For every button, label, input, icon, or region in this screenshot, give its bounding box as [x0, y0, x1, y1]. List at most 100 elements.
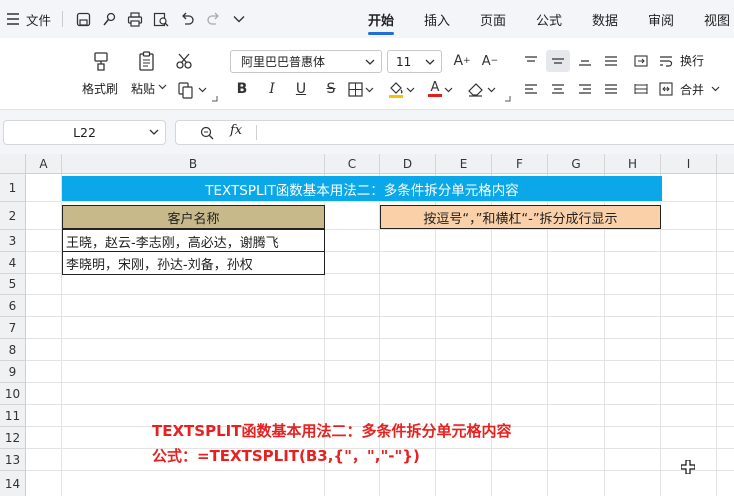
undo-icon[interactable]	[178, 10, 196, 28]
file-menu[interactable]: 文件	[26, 0, 51, 38]
row-header-3[interactable]: 3	[0, 230, 26, 252]
copy-dropdown-icon[interactable]	[197, 85, 207, 95]
tab-home[interactable]: 开始	[368, 0, 395, 38]
align-bottom-icon[interactable]	[574, 50, 596, 72]
column-header-i[interactable]: I	[661, 154, 717, 174]
row-header-1[interactable]: 1	[0, 174, 26, 202]
redo-icon[interactable]	[204, 10, 222, 28]
cut-icon[interactable]	[174, 51, 194, 71]
borders-dropdown-icon[interactable]	[364, 85, 374, 95]
tab-data[interactable]: 数据	[592, 0, 618, 38]
column-header-f[interactable]: F	[492, 154, 548, 174]
font-size-select[interactable]: 11	[387, 50, 442, 73]
row-header-13[interactable]: 13	[0, 449, 26, 471]
underline-icon[interactable]: U	[292, 79, 310, 99]
tab-view[interactable]: 视图	[704, 0, 730, 38]
row-header-5[interactable]: 5	[0, 274, 26, 295]
borders-icon[interactable]	[346, 80, 364, 98]
hamburger-menu-icon[interactable]	[4, 10, 22, 28]
justify-icon[interactable]	[600, 78, 622, 100]
fill-color-dropdown-icon[interactable]	[405, 85, 415, 95]
print-icon[interactable]	[126, 10, 144, 28]
clear-dropdown-icon[interactable]	[486, 85, 496, 95]
decrease-font-size-icon[interactable]: A −	[480, 51, 500, 71]
row-header-4[interactable]: 4	[0, 252, 26, 274]
row-header-10[interactable]: 10	[0, 383, 26, 405]
orientation-icon[interactable]	[600, 50, 622, 72]
eraser-icon[interactable]	[465, 79, 485, 99]
gridline	[26, 316, 734, 317]
print-preview-icon[interactable]	[152, 10, 170, 28]
column-header-d[interactable]: D	[380, 154, 436, 174]
tab-review[interactable]: 审阅	[648, 0, 674, 38]
data-cell-b3[interactable]: 王晓，赵云-李志刚，高必达，谢腾飞	[62, 229, 325, 253]
gridline	[26, 404, 734, 405]
data-cell-b4[interactable]: 李晓明，宋刚，孙达-刘备，孙权	[62, 251, 325, 275]
row-header-2[interactable]: 2	[0, 202, 26, 230]
font-name-select[interactable]: 阿里巴巴普惠体	[230, 50, 382, 73]
row-header-12[interactable]: 12	[0, 427, 26, 449]
brush-icon[interactable]	[100, 10, 118, 28]
italic-icon[interactable]: I	[263, 79, 281, 99]
column-header-j[interactable]	[717, 154, 734, 174]
fx-icon[interactable]: fx	[230, 123, 242, 138]
name-box[interactable]: L22	[3, 120, 166, 145]
overlay-title: TEXTSPLIT函数基本用法二：多条件拆分单元格内容	[152, 422, 512, 440]
column-header-b[interactable]: B	[62, 154, 325, 174]
column-header-g[interactable]: G	[548, 154, 605, 174]
title-cell-b1[interactable]: TEXTSPLIT函数基本用法二：多条件拆分单元格内容	[62, 176, 662, 201]
row-header-9[interactable]: 9	[0, 361, 26, 383]
column-header-a[interactable]: A	[26, 154, 62, 174]
paste-icon[interactable]	[134, 48, 160, 74]
strikethrough-icon[interactable]: S	[322, 79, 340, 99]
font-color-dropdown-icon[interactable]	[443, 85, 453, 95]
wrap-text-button[interactable]: 换行	[680, 52, 704, 69]
header-cell-b2[interactable]: 客户名称	[62, 205, 325, 229]
distributed-icon[interactable]	[630, 78, 652, 100]
align-top-icon[interactable]	[520, 50, 542, 72]
chevron-down-icon[interactable]	[230, 10, 248, 28]
copy-icon[interactable]	[176, 80, 196, 100]
column-header-c[interactable]: C	[325, 154, 380, 174]
merge-dropdown-icon[interactable]	[710, 84, 720, 94]
bold-icon[interactable]: B	[233, 79, 251, 99]
tab-page[interactable]: 页面	[480, 0, 506, 38]
align-left-icon[interactable]	[520, 78, 542, 100]
row-header-6[interactable]: 6	[0, 295, 26, 317]
fill-color-icon[interactable]	[387, 79, 405, 99]
font-size-value: 11	[396, 54, 412, 69]
paste-dropdown-icon[interactable]	[157, 82, 167, 92]
tab-insert[interactable]: 插入	[424, 0, 450, 38]
row-header-8[interactable]: 8	[0, 339, 26, 361]
indent-icon[interactable]	[630, 50, 652, 72]
select-all-corner[interactable]	[0, 154, 26, 174]
align-right-icon[interactable]	[574, 78, 596, 100]
column-header-h[interactable]: H	[605, 154, 661, 174]
chevron-down-icon[interactable]	[149, 125, 159, 142]
paste-button[interactable]: 粘贴	[131, 80, 155, 97]
align-middle-icon[interactable]	[546, 50, 570, 72]
align-center-icon[interactable]	[546, 78, 570, 100]
row-header-11[interactable]: 11	[0, 405, 26, 427]
gridline	[26, 382, 734, 383]
clipboard-dialog-launcher-icon[interactable]	[210, 94, 218, 102]
menu-bar: 文件 开始 插入 页面 公式 数据 审阅 视图	[0, 0, 734, 38]
formula-input[interactable]: fx	[175, 120, 734, 145]
font-color-icon[interactable]: A	[426, 79, 444, 99]
tab-formulas[interactable]: 公式	[536, 0, 562, 38]
row-header-7[interactable]: 7	[0, 317, 26, 339]
column-header-e[interactable]: E	[436, 154, 492, 174]
format-painter-button[interactable]: 格式刷	[82, 80, 118, 97]
formula-divider	[256, 125, 257, 140]
format-painter-icon[interactable]	[88, 48, 114, 74]
save-icon[interactable]	[74, 10, 92, 28]
increase-font-size-icon[interactable]: A +	[452, 51, 472, 71]
merge-cells-button[interactable]: 合并	[680, 81, 704, 98]
cell-reference: L22	[73, 125, 96, 140]
wrap-text-icon[interactable]	[657, 51, 675, 71]
note-cell-d2[interactable]: 按逗号“，”和横杠“-”拆分成行显示	[380, 205, 661, 229]
merge-cells-icon[interactable]	[657, 79, 675, 99]
zoom-search-icon[interactable]	[200, 125, 214, 144]
row-header-14[interactable]: 14	[0, 471, 26, 496]
font-dialog-launcher-icon[interactable]	[503, 94, 511, 102]
